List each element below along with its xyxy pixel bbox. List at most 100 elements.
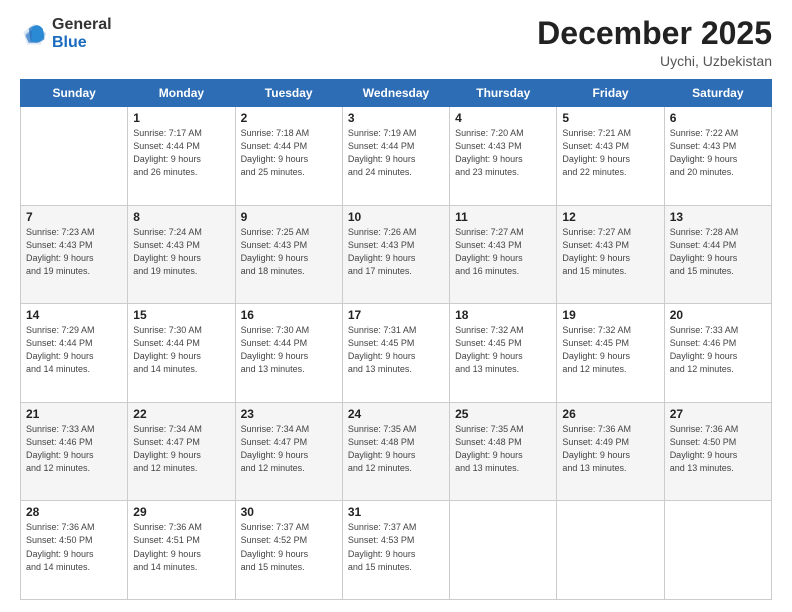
calendar-cell: 27 Sunrise: 7:36 AMSunset: 4:50 PMDayligh…	[664, 402, 771, 501]
day-number: 19	[562, 308, 658, 322]
calendar-table: SundayMondayTuesdayWednesdayThursdayFrid…	[20, 79, 772, 600]
day-number: 12	[562, 210, 658, 224]
day-number: 25	[455, 407, 551, 421]
calendar-week-row: 7Sunrise: 7:23 AMSunset: 4:43 PMDaylight…	[21, 205, 772, 304]
calendar-cell: 20Sunrise: 7:33 AMSunset: 4:46 PMDayligh…	[664, 304, 771, 403]
weekday-header-row: SundayMondayTuesdayWednesdayThursdayFrid…	[21, 80, 772, 107]
calendar-cell: 3 Sunrise: 7:19 AMSunset: 4:44 PMDaylight…	[342, 107, 449, 206]
day-number: 8	[133, 210, 229, 224]
title-section: December 2025 Uychi, Uzbekistan	[537, 16, 772, 69]
calendar-cell: 31Sunrise: 7:37 AMSunset: 4:53 PMDayligh…	[342, 501, 449, 600]
day-info: Sunrise: 7:29 AMSunset: 4:44 PMDaylight:…	[26, 324, 122, 376]
calendar-cell: 8 Sunrise: 7:24 AMSunset: 4:43 PMDaylight…	[128, 205, 235, 304]
calendar-cell: 18 Sunrise: 7:32 AMSunset: 4:45 PMDayligh…	[450, 304, 557, 403]
calendar-cell: 9Sunrise: 7:25 AMSunset: 4:43 PMDaylight…	[235, 205, 342, 304]
day-info: Sunrise: 7:36 AMSunset: 4:49 PMDaylight:…	[562, 423, 658, 475]
calendar-cell: 19 Sunrise: 7:32 AMSunset: 4:45 PMDayligh…	[557, 304, 664, 403]
day-info: Sunrise: 7:19 AMSunset: 4:44 PMDaylight:…	[348, 127, 444, 179]
day-info: Sunrise: 7:21 AMSunset: 4:43 PMDaylight:…	[562, 127, 658, 179]
calendar-cell: 1 Sunrise: 7:17 AMSunset: 4:44 PMDaylight…	[128, 107, 235, 206]
day-number: 3	[348, 111, 444, 125]
calendar-cell: 22 Sunrise: 7:34 AMSunset: 4:47 PMDayligh…	[128, 402, 235, 501]
calendar-cell: 23 Sunrise: 7:34 AMSunset: 4:47 PMDayligh…	[235, 402, 342, 501]
day-number: 30	[241, 505, 337, 519]
day-info: Sunrise: 7:20 AMSunset: 4:43 PMDaylight:…	[455, 127, 551, 179]
calendar-cell: 5Sunrise: 7:21 AMSunset: 4:43 PMDaylight…	[557, 107, 664, 206]
day-number: 27	[670, 407, 766, 421]
calendar-cell: 30 Sunrise: 7:37 AMSunset: 4:52 PMDayligh…	[235, 501, 342, 600]
day-number: 31	[348, 505, 444, 519]
day-number: 9	[241, 210, 337, 224]
day-number: 29	[133, 505, 229, 519]
day-info: Sunrise: 7:31 AMSunset: 4:45 PMDaylight:…	[348, 324, 444, 376]
logo-icon	[20, 20, 48, 48]
day-number: 7	[26, 210, 122, 224]
weekday-header-monday: Monday	[128, 80, 235, 107]
weekday-header-friday: Friday	[557, 80, 664, 107]
day-info: Sunrise: 7:37 AMSunset: 4:52 PMDaylight:…	[241, 521, 337, 573]
day-number: 1	[133, 111, 229, 125]
calendar-cell: 4 Sunrise: 7:20 AMSunset: 4:43 PMDaylight…	[450, 107, 557, 206]
day-info: Sunrise: 7:36 AMSunset: 4:50 PMDaylight:…	[670, 423, 766, 475]
day-number: 11	[455, 210, 551, 224]
day-info: Sunrise: 7:30 AMSunset: 4:44 PMDaylight:…	[133, 324, 229, 376]
calendar-cell: 7Sunrise: 7:23 AMSunset: 4:43 PMDaylight…	[21, 205, 128, 304]
month-title: December 2025	[537, 16, 772, 51]
day-info: Sunrise: 7:36 AMSunset: 4:51 PMDaylight:…	[133, 521, 229, 573]
weekday-header-sunday: Sunday	[21, 80, 128, 107]
logo-blue: Blue	[52, 34, 112, 52]
day-number: 10	[348, 210, 444, 224]
day-info: Sunrise: 7:24 AMSunset: 4:43 PMDaylight:…	[133, 226, 229, 278]
weekday-header-tuesday: Tuesday	[235, 80, 342, 107]
day-info: Sunrise: 7:35 AMSunset: 4:48 PMDaylight:…	[348, 423, 444, 475]
day-number: 16	[241, 308, 337, 322]
calendar-cell	[664, 501, 771, 600]
calendar-cell: 29 Sunrise: 7:36 AMSunset: 4:51 PMDayligh…	[128, 501, 235, 600]
day-number: 14	[26, 308, 122, 322]
logo-general: General	[52, 16, 112, 34]
calendar-cell: 28Sunrise: 7:36 AMSunset: 4:50 PMDayligh…	[21, 501, 128, 600]
day-number: 4	[455, 111, 551, 125]
day-info: Sunrise: 7:34 AMSunset: 4:47 PMDaylight:…	[241, 423, 337, 475]
day-info: Sunrise: 7:27 AMSunset: 4:43 PMDaylight:…	[455, 226, 551, 278]
calendar-cell: 2Sunrise: 7:18 AMSunset: 4:44 PMDaylight…	[235, 107, 342, 206]
day-number: 6	[670, 111, 766, 125]
location: Uychi, Uzbekistan	[537, 53, 772, 69]
calendar-cell: 16Sunrise: 7:30 AMSunset: 4:44 PMDayligh…	[235, 304, 342, 403]
weekday-header-wednesday: Wednesday	[342, 80, 449, 107]
day-number: 20	[670, 308, 766, 322]
calendar-cell: 17 Sunrise: 7:31 AMSunset: 4:45 PMDayligh…	[342, 304, 449, 403]
day-info: Sunrise: 7:32 AMSunset: 4:45 PMDaylight:…	[562, 324, 658, 376]
day-info: Sunrise: 7:35 AMSunset: 4:48 PMDaylight:…	[455, 423, 551, 475]
logo-text: General Blue	[52, 16, 112, 51]
day-number: 15	[133, 308, 229, 322]
calendar-cell	[450, 501, 557, 600]
day-info: Sunrise: 7:33 AMSunset: 4:46 PMDaylight:…	[26, 423, 122, 475]
calendar-cell: 21 Sunrise: 7:33 AMSunset: 4:46 PMDayligh…	[21, 402, 128, 501]
day-info: Sunrise: 7:34 AMSunset: 4:47 PMDaylight:…	[133, 423, 229, 475]
day-number: 24	[348, 407, 444, 421]
calendar-page: General Blue December 2025 Uychi, Uzbeki…	[0, 0, 792, 612]
calendar-cell: 25 Sunrise: 7:35 AMSunset: 4:48 PMDayligh…	[450, 402, 557, 501]
calendar-week-row: 14 Sunrise: 7:29 AMSunset: 4:44 PMDayligh…	[21, 304, 772, 403]
weekday-header-thursday: Thursday	[450, 80, 557, 107]
day-number: 2	[241, 111, 337, 125]
calendar-cell: 10Sunrise: 7:26 AMSunset: 4:43 PMDayligh…	[342, 205, 449, 304]
calendar-week-row: 28Sunrise: 7:36 AMSunset: 4:50 PMDayligh…	[21, 501, 772, 600]
calendar-cell: 6Sunrise: 7:22 AMSunset: 4:43 PMDaylight…	[664, 107, 771, 206]
day-number: 21	[26, 407, 122, 421]
day-number: 18	[455, 308, 551, 322]
day-number: 23	[241, 407, 337, 421]
calendar-cell: 13Sunrise: 7:28 AMSunset: 4:44 PMDayligh…	[664, 205, 771, 304]
logo: General Blue	[20, 16, 112, 51]
day-info: Sunrise: 7:27 AMSunset: 4:43 PMDaylight:…	[562, 226, 658, 278]
calendar-cell: 12 Sunrise: 7:27 AMSunset: 4:43 PMDayligh…	[557, 205, 664, 304]
day-info: Sunrise: 7:17 AMSunset: 4:44 PMDaylight:…	[133, 127, 229, 179]
day-number: 22	[133, 407, 229, 421]
day-number: 17	[348, 308, 444, 322]
day-info: Sunrise: 7:32 AMSunset: 4:45 PMDaylight:…	[455, 324, 551, 376]
day-info: Sunrise: 7:28 AMSunset: 4:44 PMDaylight:…	[670, 226, 766, 278]
calendar-cell: 26Sunrise: 7:36 AMSunset: 4:49 PMDayligh…	[557, 402, 664, 501]
page-header: General Blue December 2025 Uychi, Uzbeki…	[20, 16, 772, 69]
calendar-cell: 24 Sunrise: 7:35 AMSunset: 4:48 PMDayligh…	[342, 402, 449, 501]
